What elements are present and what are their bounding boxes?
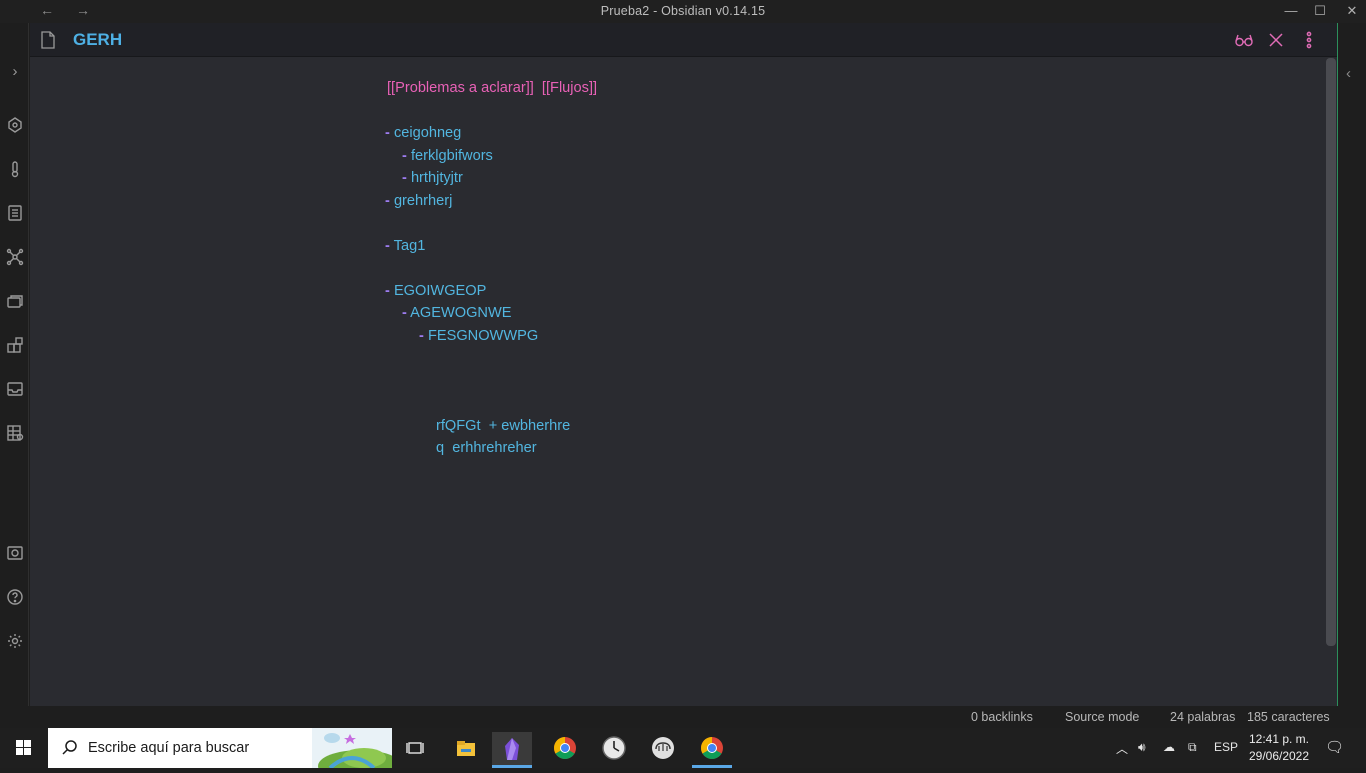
obsidian-taskbar-icon[interactable]	[492, 732, 532, 768]
left-ribbon: ›	[0, 23, 29, 706]
right-sidebar-collapsed: ‹	[1337, 23, 1366, 706]
editor-scrollbar[interactable]	[1326, 58, 1336, 646]
minimize-button[interactable]: —	[1279, 3, 1303, 18]
cards-icon[interactable]	[6, 292, 24, 310]
list-item: - grehrherj	[385, 193, 452, 209]
list-item: - AGEWOGNWE	[402, 305, 511, 321]
list-dash: -	[402, 148, 407, 164]
note-content[interactable]: [[Problemas a aclarar]] [[Flujos]] - cei…	[30, 57, 1337, 706]
windows-taskbar: Escribe aquí para buscar ︿ 🔊︎ ☁︎ ⧉ ESP 1…	[0, 728, 1366, 768]
chrome-second-window-icon[interactable]	[692, 732, 732, 768]
chevron-left-icon[interactable]: ‹	[1346, 65, 1351, 82]
list-item: - hrthjtyjtr	[402, 170, 463, 186]
list-item-text: ceigohneg	[393, 125, 462, 141]
editor-pane: GERH [[Problemas a aclarar]] [[Flujos]] …	[30, 23, 1337, 706]
list-item: - Tag1	[385, 238, 425, 254]
search-icon	[62, 740, 77, 755]
note-title[interactable]: GERH	[73, 30, 122, 50]
list-item: - FESGNOWWPG	[419, 328, 538, 344]
task-view-icon[interactable]	[396, 732, 436, 768]
title-bar: ← → Prueba2 - Obsidian v0.14.15 — ☐ ✕	[0, 0, 1366, 23]
graph-settings-icon[interactable]	[6, 116, 24, 134]
meet-icon[interactable]: ⧉	[1188, 740, 1197, 755]
list-item-text: AGEWOGNWE	[410, 305, 512, 321]
search-highlight-image	[312, 728, 392, 768]
list-dash: -	[385, 125, 390, 141]
chevron-up-icon[interactable]: ︿	[1116, 740, 1128, 757]
note-header: GERH	[30, 23, 1337, 57]
search-placeholder: Escribe aquí para buscar	[88, 740, 250, 756]
list-item-text: FESGNOWWPG	[427, 328, 539, 344]
clock-time: 12:41 p. m.	[1248, 732, 1310, 746]
file-explorer-icon[interactable]	[446, 732, 486, 768]
list-item-text: EGOIWGEOP	[393, 283, 487, 299]
inbox-icon[interactable]	[6, 380, 24, 398]
close-window-button[interactable]: ✕	[1340, 3, 1364, 19]
windows-start-icon[interactable]	[0, 728, 48, 768]
volume-icon[interactable]: 🔊︎	[1138, 740, 1146, 755]
list-dash: -	[385, 283, 390, 299]
reading-glasses-icon[interactable]	[1233, 30, 1255, 50]
file-icon	[41, 31, 55, 49]
text-line: rfQFGt + ewbherhre	[436, 418, 571, 434]
list-dash: -	[385, 193, 390, 209]
table-settings-icon[interactable]	[6, 424, 24, 442]
notifications-icon[interactable]: 🗨︎	[1325, 738, 1344, 756]
list-item: - ferklgbifwors	[402, 148, 493, 164]
language-indicator[interactable]: ESP	[1214, 740, 1238, 754]
cloud-icon[interactable]: ☁︎	[1163, 740, 1175, 754]
brain-app-icon[interactable]	[643, 732, 683, 768]
char-count: 185 caracteres	[1247, 710, 1330, 724]
help-icon[interactable]	[6, 588, 24, 606]
graph-view-icon[interactable]	[6, 248, 24, 266]
taskbar-search-box[interactable]: Escribe aquí para buscar	[48, 728, 392, 768]
word-count: 24 palabras	[1170, 710, 1236, 724]
backlinks-count[interactable]: 0 backlinks	[971, 710, 1033, 724]
close-note-icon[interactable]	[1265, 30, 1287, 50]
clock-date: 29/06/2022	[1248, 749, 1310, 763]
wiki-links-line[interactable]: [[Problemas a aclarar]] [[Flujos]]	[387, 80, 597, 96]
list-dash: -	[402, 170, 407, 186]
list-dash: -	[402, 305, 407, 321]
taskbar-clock[interactable]: 12:41 p. m. 29/06/2022	[1245, 731, 1313, 765]
text-line: q erhhrehreher	[436, 440, 537, 456]
more-options-icon[interactable]	[1298, 30, 1320, 50]
status-bar: 0 backlinks Source mode 24 palabras 185 …	[0, 706, 1366, 728]
list-dash: -	[385, 238, 390, 254]
expand-sidebar-icon[interactable]: ›	[6, 63, 24, 81]
maximize-button[interactable]: ☐	[1308, 3, 1332, 19]
chrome-icon[interactable]	[545, 732, 585, 768]
clock-app-icon[interactable]	[594, 732, 634, 768]
settings-gear-icon[interactable]	[6, 632, 24, 650]
list-item: - ceigohneg	[385, 125, 461, 141]
list-item-text: hrthjtyjtr	[410, 170, 463, 186]
window-title: Prueba2 - Obsidian v0.14.15	[600, 4, 766, 18]
editor-mode[interactable]: Source mode	[1065, 710, 1139, 724]
list-item-text: ferklgbifwors	[410, 148, 493, 164]
list-item-text: Tag1	[393, 238, 426, 254]
vault-icon[interactable]	[6, 544, 24, 562]
thermometer-icon[interactable]	[6, 160, 24, 178]
document-list-icon[interactable]	[6, 204, 24, 222]
list-item-text: grehrherj	[393, 193, 453, 209]
list-item: - EGOIWGEOP	[385, 283, 486, 299]
kanban-icon[interactable]	[6, 336, 24, 354]
list-dash: -	[419, 328, 424, 344]
